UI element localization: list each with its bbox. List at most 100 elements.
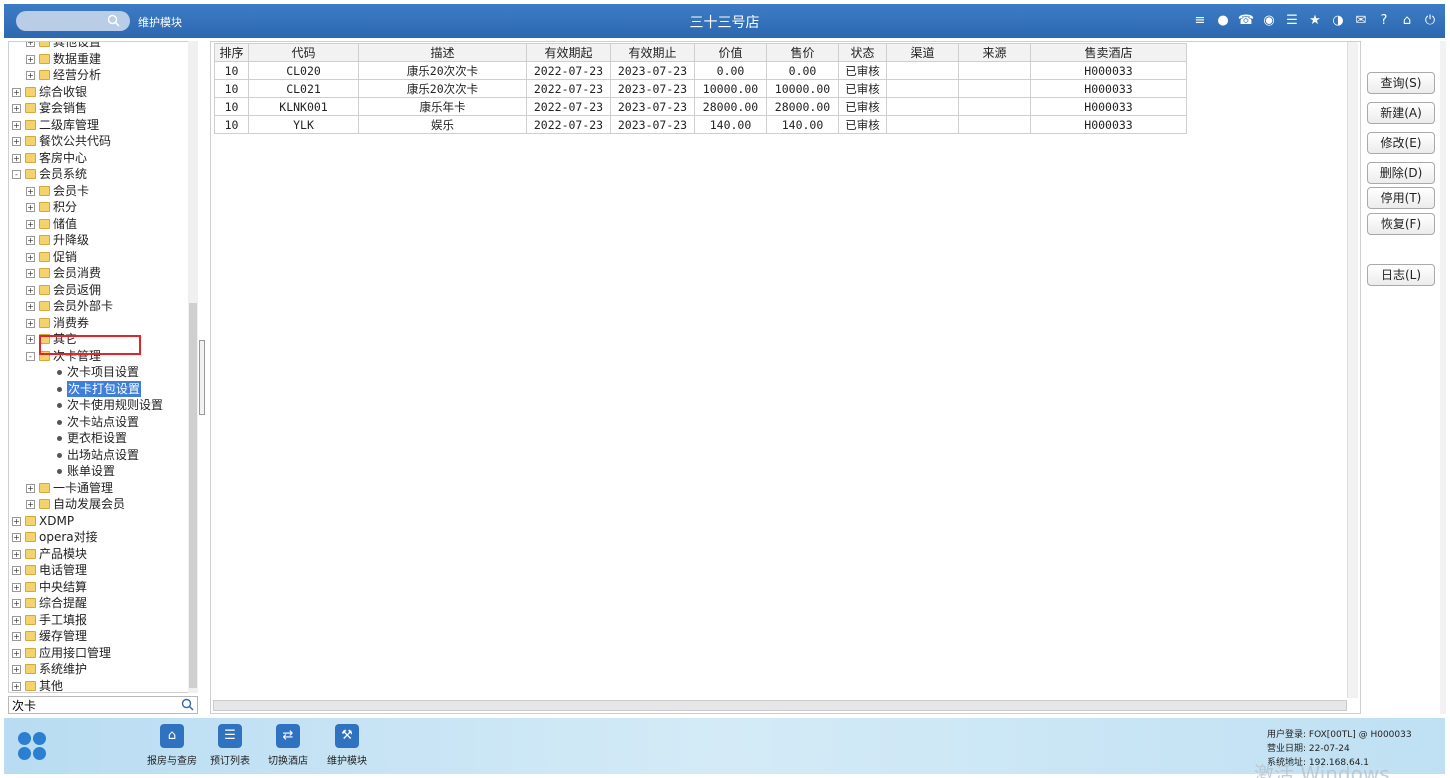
restore-button[interactable]: 恢复(F) xyxy=(1367,213,1435,235)
table-row[interactable]: 10 CL021 康乐20次次卡 2022-07-23 2023-07-23 10000.… xyxy=(214,79,1187,98)
tree-item[interactable]: + 一卡通管理 xyxy=(9,480,189,497)
tree-item[interactable]: + 经营分析 xyxy=(9,67,189,84)
expand-icon[interactable]: + xyxy=(12,648,21,658)
page-scrollbar[interactable] xyxy=(1440,41,1446,714)
panel-splitter[interactable] xyxy=(199,340,205,415)
expand-icon[interactable]: + xyxy=(12,582,21,592)
expand-icon[interactable]: + xyxy=(26,186,35,196)
column-header[interactable]: 有效期起 xyxy=(526,43,611,62)
tree-item[interactable]: + 其他 xyxy=(9,678,189,692)
chat-icon[interactable]: ● xyxy=(1214,12,1232,30)
expand-icon[interactable]: + xyxy=(12,665,21,674)
tree-item[interactable]: + 应用接口管理 xyxy=(9,645,189,662)
tree-item[interactable]: + 会员卡 xyxy=(9,183,189,200)
tree-item[interactable]: 更衣柜设置 xyxy=(9,430,189,447)
menu-icon[interactable]: ☰ xyxy=(1283,12,1301,30)
tree-item[interactable]: + 宴会销售 xyxy=(9,100,189,117)
tree-item[interactable]: + 产品模块 xyxy=(9,546,189,563)
table-row[interactable]: 10 YLK 娱乐 2022-07-23 2023-07-23 140.00 140.00 已… xyxy=(214,115,1187,134)
tree-item[interactable]: + 消费券 xyxy=(9,315,189,332)
column-header[interactable]: 来源 xyxy=(958,43,1031,62)
tree-item[interactable]: + 其他设置 xyxy=(9,42,189,51)
log-button[interactable]: 日志(L) xyxy=(1367,264,1435,286)
tree-item[interactable]: + 中央结算 xyxy=(9,579,189,596)
tree-item[interactable]: + 升降级 xyxy=(9,232,189,249)
new-button[interactable]: 新建(A) xyxy=(1367,102,1435,124)
expand-icon[interactable]: + xyxy=(26,269,35,278)
expand-icon[interactable]: + xyxy=(12,533,21,542)
expand-icon[interactable]: + xyxy=(26,236,35,245)
tree-item[interactable]: + opera对接 xyxy=(9,529,189,546)
tree-item[interactable]: + 综合提醒 xyxy=(9,595,189,612)
tree-item[interactable]: + 二级库管理 xyxy=(9,117,189,134)
disable-button[interactable]: 停用(T) xyxy=(1367,187,1435,209)
expand-icon[interactable]: + xyxy=(12,615,21,625)
tree-scroll-thumb[interactable] xyxy=(189,303,197,688)
tree-item[interactable]: + 自动发展会员 xyxy=(9,496,189,513)
delete-button[interactable]: 删除(D) xyxy=(1367,162,1435,184)
tree-item[interactable]: + 数据重建 xyxy=(9,51,189,68)
tree-item[interactable]: + 客房中心 xyxy=(9,150,189,167)
search-icon[interactable] xyxy=(181,698,194,711)
star-icon[interactable]: ★ xyxy=(1306,12,1324,30)
theme-icon[interactable]: ◑ xyxy=(1329,12,1347,30)
tree-item[interactable]: + 综合收银 xyxy=(9,84,189,101)
expand-icon[interactable]: + xyxy=(12,681,21,691)
table-row[interactable]: 10 KLNK001 康乐年卡 2022-07-23 2023-07-23 28000.0… xyxy=(214,97,1187,116)
expand-icon[interactable]: + xyxy=(12,87,21,97)
expand-icon[interactable]: + xyxy=(12,153,21,163)
expand-icon[interactable]: + xyxy=(12,137,21,146)
column-header[interactable]: 有效期止 xyxy=(610,43,695,62)
expand-icon[interactable]: + xyxy=(26,335,35,344)
expand-icon[interactable]: + xyxy=(26,302,35,311)
column-header[interactable]: 售价 xyxy=(766,43,839,62)
edit-button[interactable]: 修改(E) xyxy=(1367,132,1435,154)
collapse-icon[interactable]: - xyxy=(12,170,21,179)
table-row[interactable]: 10 CL020 康乐20次次卡 2022-07-23 2023-07-23 0.00 0.… xyxy=(214,61,1187,80)
tree-item[interactable]: 次卡站点设置 xyxy=(9,414,189,431)
expand-icon[interactable]: + xyxy=(12,599,21,608)
grid-vertical-scrollbar[interactable] xyxy=(1347,42,1358,698)
tree-item[interactable]: + 系统维护 xyxy=(9,661,189,678)
expand-icon[interactable]: + xyxy=(26,42,35,47)
expand-icon[interactable]: + xyxy=(26,318,35,328)
tree-item[interactable]: - 会员系统 xyxy=(9,166,189,183)
tree-item[interactable]: + 餐饮公共代码 xyxy=(9,133,189,150)
expand-icon[interactable]: + xyxy=(26,203,35,212)
column-header[interactable]: 描述 xyxy=(358,43,527,62)
expand-icon[interactable]: + xyxy=(26,54,35,64)
query-button[interactable]: 查询(S) xyxy=(1367,72,1435,94)
home-icon[interactable]: ⌂ xyxy=(1398,12,1416,30)
expand-icon[interactable]: + xyxy=(12,549,21,559)
expand-icon[interactable]: + xyxy=(26,71,35,80)
wifi-icon[interactable]: ≡ xyxy=(1191,12,1209,30)
column-header[interactable]: 状态 xyxy=(838,43,887,62)
tree-item[interactable]: + 缓存管理 xyxy=(9,628,189,645)
expand-icon[interactable]: + xyxy=(12,566,21,575)
column-header[interactable]: 售卖酒店 xyxy=(1030,43,1187,62)
collapse-icon[interactable]: - xyxy=(26,351,35,361)
tree-item[interactable]: 次卡打包设置 xyxy=(9,380,189,397)
tree-item[interactable]: + 会员返佣 xyxy=(9,282,189,299)
tree-item[interactable]: + 手工填报 xyxy=(9,612,189,629)
expand-icon[interactable]: + xyxy=(26,285,35,295)
expand-icon[interactable]: + xyxy=(12,516,21,526)
expand-icon[interactable]: + xyxy=(12,632,21,641)
tree-item[interactable]: 次卡项目设置 xyxy=(9,364,189,381)
column-header[interactable]: 代码 xyxy=(248,43,359,62)
column-header[interactable]: 排序 xyxy=(214,43,249,62)
help-icon[interactable]: ? xyxy=(1375,12,1393,30)
tree-item[interactable]: + 促销 xyxy=(9,249,189,266)
expand-icon[interactable]: + xyxy=(26,483,35,493)
tree-item[interactable]: + XDMP xyxy=(9,513,189,530)
tree-item[interactable]: 账单设置 xyxy=(9,463,189,480)
expand-icon[interactable]: + xyxy=(26,252,35,262)
expand-icon[interactable]: + xyxy=(12,120,21,130)
tree-item[interactable]: + 积分 xyxy=(9,199,189,216)
tree-item[interactable]: 出场站点设置 xyxy=(9,447,189,464)
tree-scrollbar[interactable] xyxy=(188,41,198,693)
tree-item[interactable]: + 会员消费 xyxy=(9,265,189,282)
palette-icon[interactable]: ◉ xyxy=(1260,12,1278,30)
booking-list-button[interactable]: ☰ 预订列表 xyxy=(200,724,260,767)
phone-icon[interactable]: ☎ xyxy=(1237,12,1255,30)
